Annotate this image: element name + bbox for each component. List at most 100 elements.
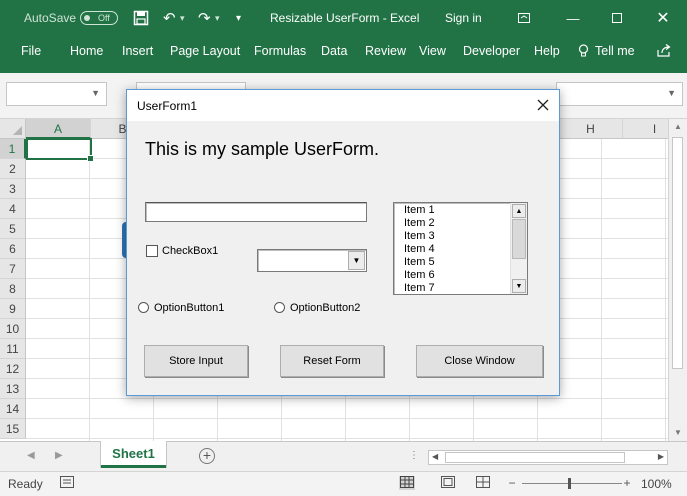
name-box[interactable]: ▼ (6, 82, 107, 106)
chevron-down-icon[interactable]: ▼ (91, 88, 100, 98)
column-header-h[interactable]: H (559, 119, 623, 139)
horizontal-scrollbar[interactable]: ◀ ▶ (428, 450, 668, 465)
checkbox1-label[interactable]: CheckBox1 (162, 245, 218, 257)
close-window-button[interactable]: Close Window (416, 345, 543, 377)
undo-dropdown-icon[interactable]: ▾ (180, 0, 185, 36)
row-header-12[interactable]: 12 (0, 359, 26, 379)
list-item[interactable]: Item 3 (394, 230, 527, 243)
customize-qat-icon[interactable]: ▾ (236, 0, 241, 36)
row-header-3[interactable]: 3 (0, 179, 26, 199)
normal-view-icon[interactable] (399, 476, 415, 490)
row-header-14[interactable]: 14 (0, 399, 26, 419)
formula-bar-right[interactable]: ▼ (556, 82, 683, 106)
row-header-2[interactable]: 2 (0, 159, 26, 179)
row-header-4[interactable]: 4 (0, 199, 26, 219)
list-item[interactable]: Item 6 (394, 269, 527, 282)
autosave-toggle[interactable]: Off (80, 11, 118, 25)
dialog-title-bar[interactable]: UserForm1 (127, 90, 559, 121)
tab-page-layout[interactable]: Page Layout (170, 36, 240, 66)
tab-developer[interactable]: Developer (463, 36, 520, 66)
tab-help[interactable]: Help (534, 36, 560, 66)
userform-combobox[interactable]: ▼ (257, 249, 367, 272)
option-button1[interactable] (138, 302, 149, 313)
tab-insert[interactable]: Insert (122, 36, 153, 66)
add-sheet-icon[interactable]: + (199, 448, 215, 464)
scroll-up-icon[interactable]: ▲ (669, 122, 687, 131)
userform-listbox[interactable]: Item 1 Item 2 Item 3 Item 4 Item 5 Item … (393, 202, 528, 295)
redo-icon[interactable]: ↷ (198, 0, 211, 36)
list-item[interactable]: Item 4 (394, 243, 527, 256)
row-header-1[interactable]: 1 (0, 139, 26, 159)
zoom-level[interactable]: 100% (641, 477, 672, 491)
listbox-scroll-up-icon[interactable]: ▲ (512, 204, 526, 218)
row-header-6[interactable]: 6 (0, 239, 26, 259)
share-icon[interactable] (656, 36, 672, 66)
row-header-7[interactable]: 7 (0, 259, 26, 279)
row-header-8[interactable]: 8 (0, 279, 26, 299)
reset-form-button[interactable]: Reset Form (280, 345, 384, 377)
dialog-title: UserForm1 (137, 99, 198, 113)
sheet-tab-sheet1[interactable]: Sheet1 (101, 441, 166, 468)
ribbon-tab-bar: File Home Insert Page Layout Formulas Da… (0, 36, 687, 73)
row-header-5[interactable]: 5 (0, 219, 26, 239)
userform-textbox[interactable] (145, 202, 367, 222)
expand-formula-bar-icon[interactable]: ▼ (667, 88, 676, 98)
minimize-icon[interactable]: — (561, 0, 585, 36)
autosave-label: AutoSave (24, 11, 77, 25)
row-header-13[interactable]: 13 (0, 379, 26, 399)
sign-in-link[interactable]: Sign in (445, 0, 482, 36)
tab-formulas[interactable]: Formulas (254, 36, 306, 66)
scroll-left-icon[interactable]: ◀ (432, 452, 438, 461)
close-icon[interactable]: ✕ (651, 0, 675, 36)
prev-sheet-icon[interactable]: ◀ (27, 450, 35, 461)
store-input-button[interactable]: Store Input (144, 345, 248, 377)
tell-me-search[interactable]: Tell me (595, 36, 635, 66)
next-sheet-icon[interactable]: ▶ (55, 450, 63, 461)
select-all-corner[interactable] (0, 119, 26, 139)
row-header-9[interactable]: 9 (0, 299, 26, 319)
ribbon-display-options-icon[interactable] (512, 0, 536, 36)
window-title: Resizable UserForm - Excel (270, 11, 420, 25)
list-item[interactable]: Item 1 (394, 204, 527, 217)
option-button1-label[interactable]: OptionButton1 (154, 302, 224, 314)
scroll-right-icon[interactable]: ▶ (658, 452, 664, 461)
save-icon[interactable] (133, 0, 149, 36)
listbox-scroll-down-icon[interactable]: ▼ (512, 279, 526, 293)
page-break-preview-icon[interactable] (475, 476, 491, 490)
undo-icon[interactable]: ↶ (163, 0, 176, 36)
macro-recording-icon[interactable] (59, 476, 75, 490)
option-button2[interactable] (274, 302, 285, 313)
row-header-11[interactable]: 11 (0, 339, 26, 359)
tab-view[interactable]: View (419, 36, 446, 66)
row-header-15[interactable]: 15 (0, 419, 26, 439)
option-button2-label[interactable]: OptionButton2 (290, 302, 360, 314)
tab-file[interactable]: File (21, 36, 41, 66)
zoom-slider-thumb[interactable] (568, 478, 571, 489)
active-cell-a1[interactable] (26, 138, 94, 162)
listbox-scroll-thumb[interactable] (512, 219, 526, 259)
zoom-out-icon[interactable]: − (504, 476, 520, 490)
list-item[interactable]: Item 7 (394, 282, 527, 294)
zoom-in-icon[interactable]: + (619, 476, 635, 490)
horizontal-scroll-thumb[interactable] (445, 452, 625, 463)
listbox-scrollbar[interactable]: ▲ ▼ (510, 203, 527, 294)
scroll-down-icon[interactable]: ▼ (669, 428, 687, 437)
row-header-10[interactable]: 10 (0, 319, 26, 339)
list-item[interactable]: Item 2 (394, 217, 527, 230)
tab-data[interactable]: Data (321, 36, 347, 66)
maximize-icon[interactable] (605, 0, 629, 36)
tab-home[interactable]: Home (70, 36, 103, 66)
tab-review[interactable]: Review (365, 36, 406, 66)
column-header-i[interactable]: I (623, 119, 668, 139)
tab-split-handle-icon[interactable]: ⋮ (409, 450, 419, 461)
list-item[interactable]: Item 5 (394, 256, 527, 269)
redo-dropdown-icon[interactable]: ▾ (215, 0, 220, 36)
page-layout-view-icon[interactable] (440, 476, 456, 490)
dialog-close-icon[interactable] (531, 94, 555, 116)
chevron-down-icon[interactable]: ▼ (348, 251, 365, 270)
zoom-slider[interactable] (522, 483, 622, 484)
checkbox1[interactable] (146, 245, 158, 257)
vertical-scroll-thumb[interactable] (672, 137, 683, 369)
column-header-a[interactable]: A (26, 119, 91, 139)
vertical-scrollbar[interactable]: ▲ ▼ (668, 119, 687, 441)
